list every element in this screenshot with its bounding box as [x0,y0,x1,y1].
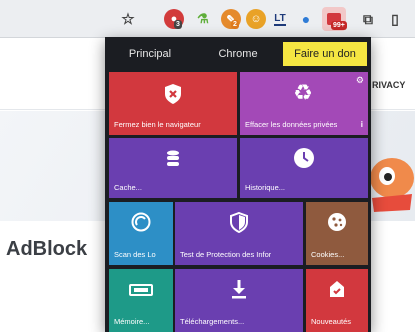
tile-cache[interactable]: Cache... [109,138,237,198]
scan-icon [129,210,153,234]
tile-label: Cache... [114,183,142,192]
extension-icon[interactable]: ☺ [246,9,266,29]
clock-icon [292,146,316,170]
tile-label: Scan des Lo [114,250,156,259]
tile-history[interactable]: Historique... [240,138,368,198]
tile-label: Effacer les données privées [245,120,338,129]
tile-label: Nouveautés [311,317,352,326]
tile-memory[interactable]: Mémoire... [109,269,173,332]
tile-label: Mémoire... [114,317,150,326]
extension-badge: 2 [231,20,239,29]
star-icon[interactable]: ☆ [118,9,138,29]
lt-icon[interactable]: LT [270,9,290,29]
info-icon[interactable]: i [361,120,363,129]
new-icon [325,277,349,301]
tile-close-browser[interactable]: Fermez bien le navigateur [109,72,237,135]
cookie-icon [325,210,349,234]
popup-tabs: Principal Chrome Faire un don [105,37,371,69]
sidebar-icon[interactable]: ▯ [385,9,405,29]
tile-label: Historique... [245,183,286,192]
tab-principal[interactable]: Principal [111,42,189,66]
nav-link-privacy[interactable]: RIVACY [372,80,405,90]
download-icon [227,277,251,301]
drop-icon[interactable]: ● [296,9,316,29]
memory-icon [127,281,155,299]
tile-protection-test[interactable]: Test de Protection des Infor [175,202,303,265]
tile-label: Cookies... [311,250,345,259]
shield-icon [227,210,251,234]
shield-x-icon [159,82,187,106]
extension-badge: 99+ [331,21,347,30]
puzzle-icon[interactable]: ⧉ [358,9,378,29]
recycle-icon: ♻ [293,80,313,105]
database-icon [163,148,183,170]
extension-popup: Principal Chrome Faire un don Fermez bie… [105,37,371,332]
flask-icon[interactable]: ⚗ [193,9,213,29]
gear-icon[interactable]: ⚙ [356,75,364,86]
extension-icon[interactable]: ✎ 2 [221,9,241,29]
active-extension-icon[interactable]: 99+ [322,7,347,31]
extension-badge: 3 [174,20,182,29]
tab-chrome[interactable]: Chrome [197,42,279,66]
tab-donate[interactable]: Faire un don [283,42,367,66]
browser-toolbar: ☆ ● 3 ⚗ ✎ 2 ☺ LT ● 99+ ⧉ ▯ [0,0,415,38]
tile-cookies[interactable]: Cookies... [306,202,368,265]
page-heading: AdBlock [6,238,88,260]
tile-downloads[interactable]: Téléchargements... [175,269,303,332]
tile-whats-new[interactable]: Nouveautés [306,269,368,332]
extension-icon[interactable]: ● 3 [164,9,184,29]
tile-label: Fermez bien le navigateur [114,120,201,129]
lt-label: LT [274,12,286,26]
tile-clear-private-data[interactable]: ⚙ ♻ Effacer les données privées i [240,72,368,135]
tile-label: Test de Protection des Infor [180,250,272,259]
tile-label: Téléchargements... [180,317,245,326]
tile-scan[interactable]: Scan des Lo [109,202,173,265]
